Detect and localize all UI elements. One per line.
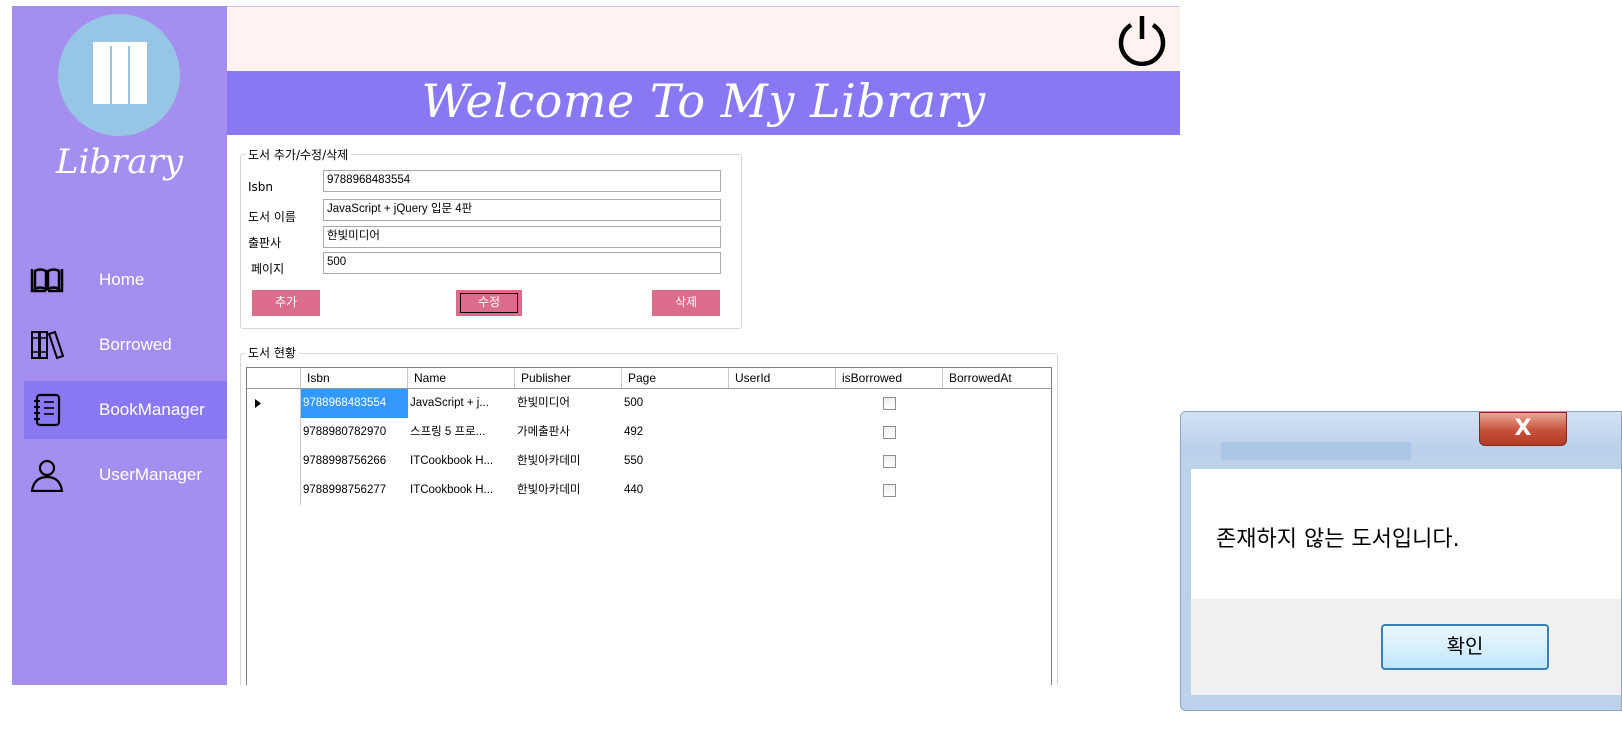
top-bar <box>227 6 1180 71</box>
page-field[interactable]: 500 <box>323 252 721 274</box>
message-dialog: X 존재하지 않는 도서입니다. 확인 <box>1180 411 1622 711</box>
column-header-borrowedat[interactable]: BorrowedAt <box>943 368 1051 388</box>
table-cell-publisher[interactable]: 한빛아카데미 <box>515 476 622 505</box>
isborrowed-checkbox[interactable] <box>883 484 896 497</box>
isborrowed-checkbox[interactable] <box>883 397 896 410</box>
table-cell-publisher[interactable]: 가메출판사 <box>515 418 622 447</box>
table-cell-isbn[interactable]: 9788998756266 <box>301 447 408 476</box>
open-book-icon <box>30 268 64 293</box>
ok-button[interactable]: 확인 <box>1381 624 1549 670</box>
book-name-field[interactable]: JavaScript + jQuery 입문 4판 <box>323 199 721 221</box>
logo-text: Library <box>55 142 184 182</box>
column-header-userid[interactable]: UserId <box>729 368 836 388</box>
add-button[interactable]: 추가 <box>252 290 320 316</box>
sidebar-item-label: BookManager <box>99 400 205 419</box>
table-cell-isbn[interactable]: 9788968483554 <box>301 389 408 418</box>
sidebar: Library Home Borrowed BookManager UserMa… <box>12 6 227 685</box>
publisher-field[interactable]: 한빛미디어 <box>323 226 721 248</box>
isbn-field[interactable]: 9788968483554 <box>323 170 721 192</box>
table-cell-name[interactable]: ITCookbook H... <box>408 476 515 505</box>
current-row-arrow-icon <box>255 399 261 408</box>
dialog-message: 존재하지 않는 도서입니다. <box>1216 527 1460 552</box>
row-header[interactable] <box>247 476 301 505</box>
table-cell-publisher[interactable]: 한빛미디어 <box>515 389 622 418</box>
sidebar-item-label: Home <box>99 270 145 289</box>
table-cell-page[interactable]: 500 <box>622 389 729 418</box>
table-cell-page[interactable]: 440 <box>622 476 729 505</box>
row-header[interactable] <box>247 447 301 476</box>
table-cell-isbn[interactable]: 9788998756277 <box>301 476 408 505</box>
sidebar-item-label: UserManager <box>99 465 202 484</box>
welcome-banner: Welcome To My Library <box>227 71 1180 135</box>
active-indicator <box>12 381 24 439</box>
dialog-body: 존재하지 않는 도서입니다. <box>1191 469 1621 599</box>
column-header-name[interactable]: Name <box>408 368 515 388</box>
sidebar-item-borrowed[interactable]: Borrowed <box>12 316 227 374</box>
isbn-label: Isbn <box>248 180 274 194</box>
books-stack-icon <box>31 330 65 360</box>
sidebar-item-home[interactable]: Home <box>12 251 227 309</box>
row-header[interactable] <box>247 389 301 418</box>
table-cell-page[interactable]: 550 <box>622 447 729 476</box>
book-list-legend: 도서 현황 <box>245 344 299 361</box>
column-header-isborrowed[interactable]: isBorrowed <box>836 368 943 388</box>
sidebar-item-label: Borrowed <box>99 335 172 354</box>
dialog-close-button[interactable]: X <box>1479 412 1567 446</box>
notebook-icon <box>34 393 61 427</box>
user-icon <box>30 459 64 492</box>
edit-button[interactable]: 수정 <box>456 290 522 316</box>
delete-button[interactable]: 삭제 <box>652 290 720 316</box>
isborrowed-checkbox[interactable] <box>883 426 896 439</box>
row-header-corner <box>247 368 301 388</box>
sidebar-item-usermanager[interactable]: UserManager <box>12 446 227 504</box>
dialog-footer: 확인 <box>1191 599 1621 695</box>
table-cell-name[interactable]: JavaScript + j... <box>408 389 515 418</box>
book-name-label: 도서 이름 <box>248 210 296 224</box>
logo-book-icon <box>93 42 147 104</box>
table-cell-name[interactable]: 스프링 5 프로... <box>408 418 515 447</box>
edit-button-label: 수정 <box>477 295 501 309</box>
publisher-label: 출판사 <box>248 236 282 250</box>
book-form-legend: 도서 추가/수정/삭제 <box>245 146 352 163</box>
sidebar-item-bookmanager[interactable]: BookManager <box>12 381 227 439</box>
table-cell-name[interactable]: ITCookbook H... <box>408 447 515 476</box>
table-cell-isbn[interactable]: 9788980782970 <box>301 418 408 447</box>
book-grid[interactable]: Isbn Name Publisher Page UserId isBorrow… <box>246 367 1052 685</box>
isborrowed-checkbox[interactable] <box>883 455 896 468</box>
library-app-window: Library Home Borrowed BookManager UserMa… <box>12 6 1180 685</box>
banner-title: Welcome To My Library <box>421 74 986 128</box>
table-cell-publisher[interactable]: 한빛아카데미 <box>515 447 622 476</box>
screen: Library Home Borrowed BookManager UserMa… <box>0 0 1622 730</box>
page-label: 페이지 <box>251 262 285 276</box>
grid-header: Isbn Name Publisher Page UserId isBorrow… <box>247 368 1051 389</box>
column-header-isbn[interactable]: Isbn <box>301 368 408 388</box>
column-header-publisher[interactable]: Publisher <box>515 368 622 388</box>
dialog-title-ghost <box>1221 442 1411 460</box>
row-header[interactable] <box>247 418 301 447</box>
power-icon[interactable] <box>1115 12 1169 66</box>
column-header-page[interactable]: Page <box>622 368 729 388</box>
table-cell-page[interactable]: 492 <box>622 418 729 447</box>
